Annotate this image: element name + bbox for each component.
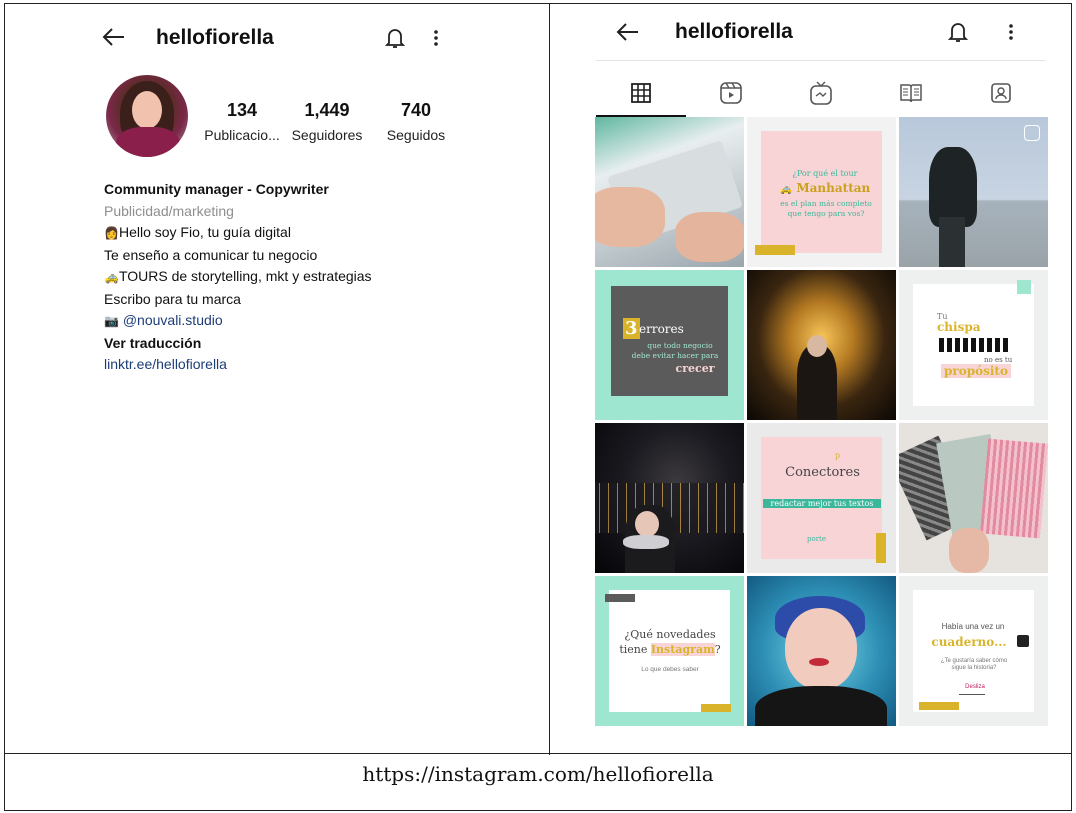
more-vertical-icon[interactable] bbox=[433, 23, 439, 53]
arrow-left-icon bbox=[616, 23, 638, 41]
post-1[interactable] bbox=[595, 117, 744, 267]
profile-tabs bbox=[596, 71, 1046, 117]
bio-title: Community manager - Copywriter bbox=[104, 181, 329, 197]
igtv-icon bbox=[810, 81, 832, 105]
mug-icon bbox=[1017, 635, 1029, 647]
panel-divider bbox=[549, 3, 550, 755]
tab-reels[interactable] bbox=[686, 71, 776, 115]
post-7[interactable] bbox=[595, 423, 744, 573]
post-8[interactable]: Conectores redactar mejor tus textos p p… bbox=[747, 423, 896, 573]
back-button[interactable] bbox=[616, 17, 640, 47]
bio-line: 👩Hello soy Fio, tu guía digital bbox=[104, 224, 291, 240]
header-separator bbox=[596, 60, 1046, 61]
translate-link[interactable]: Ver traducción bbox=[104, 333, 372, 355]
bio-category: Publicidad/marketing bbox=[104, 202, 234, 219]
post-6[interactable]: Tu chispa no es tu propósito bbox=[899, 270, 1048, 420]
tab-grid[interactable] bbox=[596, 71, 686, 117]
post-3[interactable] bbox=[899, 117, 1048, 267]
piano-keys-icon bbox=[939, 338, 1009, 352]
avatar[interactable] bbox=[106, 75, 188, 157]
taxi-icon: 🚕 bbox=[779, 184, 793, 195]
bio-line: 🚕TOURS de storytelling, mkt y estrategia… bbox=[104, 268, 372, 284]
bio-link[interactable]: linktr.ee/hellofiorella bbox=[104, 354, 372, 376]
bio-line: Escribo para tu marca bbox=[104, 290, 241, 307]
woman-emoji-icon: 👩 bbox=[104, 226, 119, 240]
profile-bio: Community manager - Copywriter Publicida… bbox=[104, 179, 372, 376]
arrow-left-icon bbox=[102, 25, 126, 51]
profile-username: hellofiorella bbox=[675, 20, 793, 43]
bell-icon[interactable] bbox=[385, 23, 405, 53]
camera-emoji-icon: 📷 bbox=[104, 314, 119, 328]
page-url-caption: https://instagram.com/hellofiorella bbox=[362, 762, 714, 786]
grid-icon bbox=[631, 83, 651, 103]
tab-guides[interactable] bbox=[866, 71, 956, 115]
post-5[interactable] bbox=[747, 270, 896, 420]
more-vertical-icon[interactable] bbox=[1008, 17, 1014, 47]
post-9[interactable] bbox=[899, 423, 1048, 573]
post-11[interactable] bbox=[747, 576, 896, 726]
post-2[interactable]: ¿Por qué el tour 🚕 Manhattan es el plan … bbox=[747, 117, 896, 267]
tagged-icon bbox=[991, 83, 1011, 103]
posts-grid: ¿Por qué el tour 🚕 Manhattan es el plan … bbox=[595, 117, 1048, 726]
guides-icon bbox=[900, 84, 922, 103]
profile-screenshot-left: hellofiorella 134 Publicacio... 1,449 Se… bbox=[6, 5, 547, 751]
bell-icon[interactable] bbox=[948, 17, 968, 47]
back-button[interactable] bbox=[102, 23, 126, 53]
post-12[interactable]: Había una vez un cuaderno... ¿Te gustarí… bbox=[899, 576, 1048, 726]
bio-mention[interactable]: 📷 @nouvali.studio bbox=[104, 310, 372, 333]
post-4[interactable]: 3 errores que todo negocio debe evitar h… bbox=[595, 270, 744, 420]
caption-divider bbox=[4, 753, 1072, 754]
taxi-emoji-icon: 🚕 bbox=[104, 270, 119, 284]
reels-icon bbox=[720, 82, 742, 104]
bio-line: Te enseño a comunicar tu negocio bbox=[104, 246, 318, 263]
profile-username: hellofiorella bbox=[156, 26, 274, 49]
profile-screenshot-right: hellofiorella ¿Por qué el tour 🚕 Manhatt… bbox=[551, 5, 1070, 751]
tab-igtv[interactable] bbox=[776, 71, 866, 115]
tab-tagged[interactable] bbox=[956, 71, 1046, 115]
post-10[interactable]: ¿Qué novedades tiene Instagram? Lo que d… bbox=[595, 576, 744, 726]
